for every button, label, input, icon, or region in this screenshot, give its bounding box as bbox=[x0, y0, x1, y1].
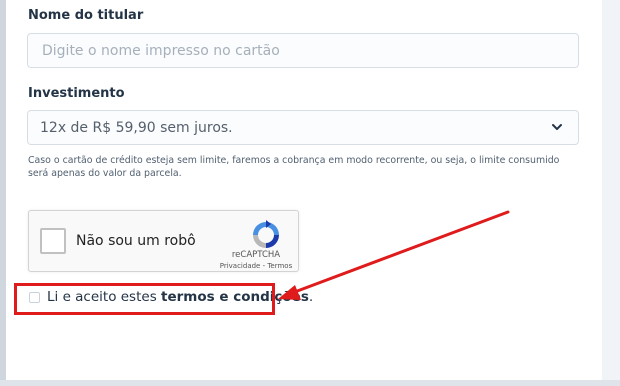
holder-input[interactable] bbox=[40, 41, 578, 60]
right-scroll-panel bbox=[602, 0, 620, 386]
recaptcha-widget: Não sou um robô reCAPTCHA Privacidade - … bbox=[28, 210, 299, 272]
recaptcha-label: Não sou um robô bbox=[76, 233, 196, 249]
chevron-down-icon bbox=[552, 124, 562, 130]
investment-select[interactable]: 12x de R$ 59,90 sem juros. bbox=[27, 110, 579, 145]
terms-highlight-box bbox=[14, 283, 275, 315]
terms-suffix: . bbox=[308, 289, 314, 305]
recaptcha-links[interactable]: Privacidade - Termos bbox=[215, 262, 297, 270]
investment-label: Investimento bbox=[28, 86, 125, 101]
recaptcha-brand: reCAPTCHA bbox=[231, 250, 281, 260]
holder-label: Nome do titular bbox=[28, 8, 144, 23]
recaptcha-checkbox[interactable] bbox=[40, 228, 66, 254]
recaptcha-logo-icon bbox=[253, 220, 279, 248]
bottom-edge bbox=[0, 380, 620, 386]
holder-field[interactable] bbox=[27, 33, 579, 68]
left-edge bbox=[0, 0, 6, 386]
investment-selected-value: 12x de R$ 59,90 sem juros. bbox=[40, 119, 233, 136]
investment-note: Caso o cartão de crédito esteja sem limi… bbox=[28, 155, 560, 179]
